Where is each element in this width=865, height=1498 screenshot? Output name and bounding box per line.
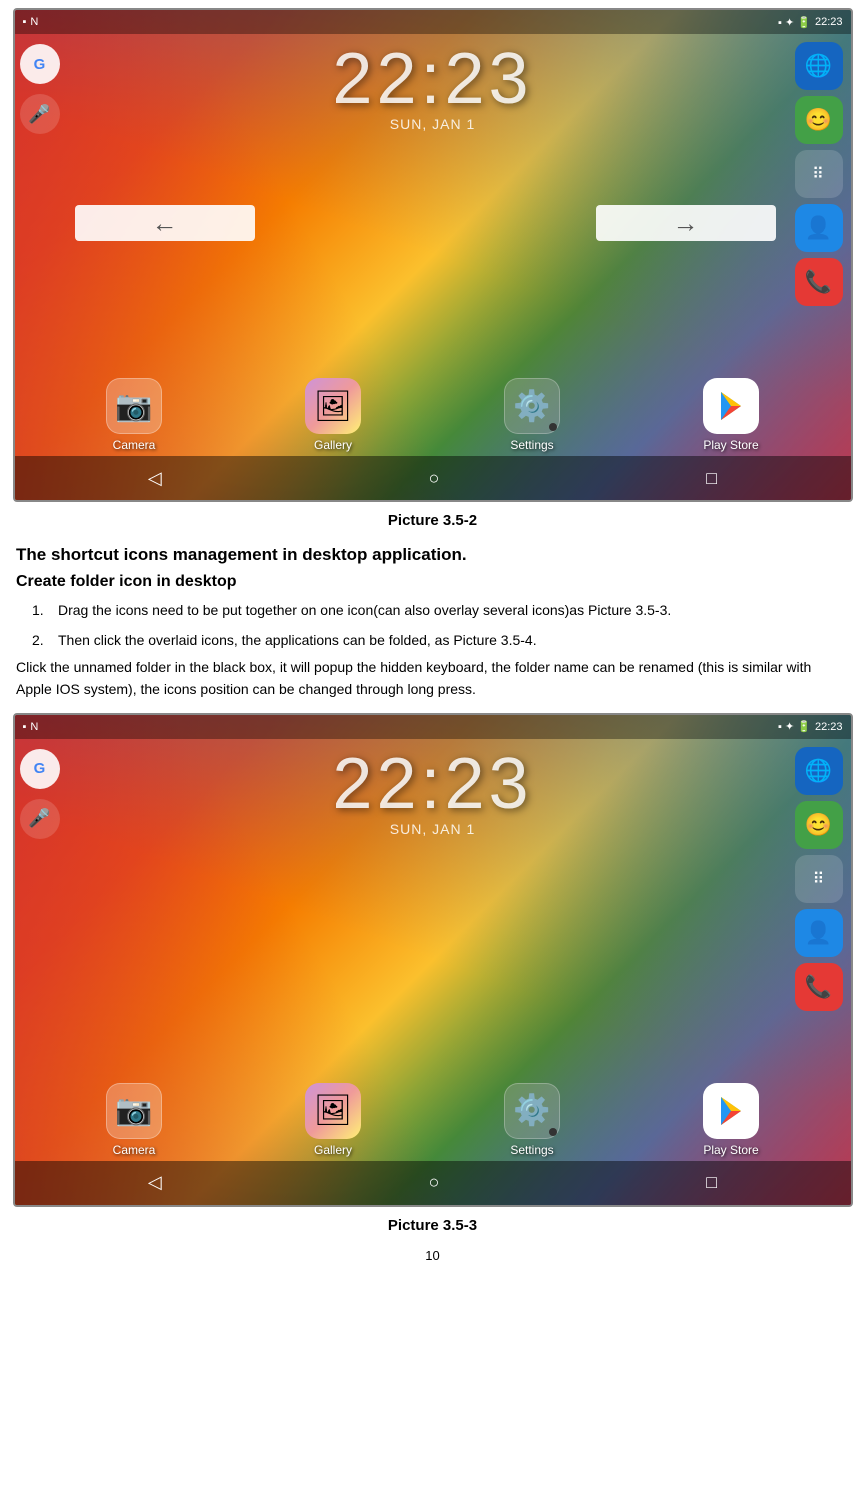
smiley-icon[interactable]: 😊	[795, 96, 843, 144]
ol-item-1: 1. Drag the icons need to be put togethe…	[0, 595, 865, 625]
camera-icon-wrap: 📷	[106, 378, 162, 434]
nav-bar-1: ◁ ○ □	[15, 456, 851, 500]
app-tray-2: 📷 Camera 🖼 Gallery ⚙️ Settings	[15, 1075, 851, 1161]
person-icon[interactable]: 👤	[795, 204, 843, 252]
status-time-2: 22:23	[815, 721, 843, 733]
signal-icon: N	[30, 16, 38, 28]
left-dock-2: G 🎤	[15, 739, 65, 839]
settings-icon-wrap-2: ⚙️	[504, 1083, 560, 1139]
settings-label-1: Settings	[510, 438, 553, 452]
app-camera-1[interactable]: 📷 Camera	[99, 378, 169, 452]
recent-btn-2[interactable]: □	[706, 1172, 717, 1193]
smiley-icon-2[interactable]: 😊	[795, 801, 843, 849]
status-right-1: ▪ ✦ 🔋 22:23	[778, 16, 842, 29]
ol-text-1: Drag the icons need to be put together o…	[58, 599, 671, 621]
google-icon-2[interactable]: G	[20, 749, 60, 789]
app-settings-2[interactable]: ⚙️ Settings	[497, 1083, 567, 1157]
clock-area-1: 22:23 SUN, JAN 1	[15, 38, 851, 132]
playstore-label-1: Play Store	[703, 438, 758, 452]
arrows-row: ← →	[75, 205, 776, 241]
clock-date-2: SUN, JAN 1	[15, 821, 851, 837]
status-bar-1: ▪ N ▪ ✦ 🔋 22:23	[15, 10, 851, 34]
ol-text-2: Then click the overlaid icons, the appli…	[58, 629, 537, 651]
back-btn-2[interactable]: ◁	[148, 1172, 162, 1193]
picture-353-frame: ▪ N ▪ ✦ 🔋 22:23 22:23 SUN, JAN 1 G 🎤 🌐 😊…	[13, 713, 853, 1207]
battery-icon: ▪ ✦ 🔋	[778, 16, 811, 29]
camera-icon-wrap-2: 📷	[106, 1083, 162, 1139]
app-playstore-2[interactable]: Play Store	[696, 1083, 766, 1157]
app-settings-1[interactable]: ⚙️ Settings	[497, 378, 567, 452]
body-text: Click the unnamed folder in the black bo…	[0, 656, 865, 707]
status-right-2: ▪ ✦ 🔋 22:23	[778, 720, 842, 733]
gallery-icon-wrap-2: 🖼	[305, 1083, 361, 1139]
app-tray-1: 📷 Camera 🖼 Gallery ⚙️ Settings	[15, 370, 851, 456]
settings-dot-1	[549, 423, 557, 431]
left-arrow: ←	[75, 205, 255, 241]
wifi-icon-2: ▪	[23, 721, 27, 733]
phone-icon-2[interactable]: 📞	[795, 963, 843, 1011]
ol-item-2: 2. Then click the overlaid icons, the ap…	[0, 625, 865, 655]
clock-area-2: 22:23 SUN, JAN 1	[15, 743, 851, 837]
clock-time-1: 22:23	[15, 38, 851, 120]
sub-title: Create folder icon in desktop	[0, 569, 865, 595]
home-btn-2[interactable]: ○	[429, 1172, 440, 1193]
signal-icon-2: N	[30, 721, 38, 733]
gallery-label-1: Gallery	[314, 438, 352, 452]
section-title: The shortcut icons management in desktop…	[0, 537, 865, 569]
gallery-icon-wrap: 🖼	[305, 378, 361, 434]
camera-label-1: Camera	[113, 438, 156, 452]
globe-icon-2[interactable]: 🌐	[795, 747, 843, 795]
wifi-icon: ▪	[23, 16, 27, 28]
camera-label-2: Camera	[113, 1143, 156, 1157]
app-gallery-2[interactable]: 🖼 Gallery	[298, 1083, 368, 1157]
gallery-label-2: Gallery	[314, 1143, 352, 1157]
phone-screen-1: ▪ N ▪ ✦ 🔋 22:23 22:23 SUN, JAN 1 G 🎤 🌐 😊…	[15, 10, 851, 500]
clock-time-2: 22:23	[15, 743, 851, 825]
settings-label-2: Settings	[510, 1143, 553, 1157]
recent-btn-1[interactable]: □	[706, 468, 717, 489]
status-time-1: 22:23	[815, 16, 843, 28]
caption-352: Picture 3.5-2	[0, 502, 865, 537]
ol-num-1: 1.	[32, 599, 52, 621]
person-icon-2[interactable]: 👤	[795, 909, 843, 957]
grid-icon-2[interactable]: ⠿	[795, 855, 843, 903]
settings-icon-wrap: ⚙️	[504, 378, 560, 434]
grid-icon[interactable]: ⠿	[795, 150, 843, 198]
globe-icon[interactable]: 🌐	[795, 42, 843, 90]
status-left-2: ▪ N	[23, 721, 39, 733]
clock-date-1: SUN, JAN 1	[15, 116, 851, 132]
nav-bar-2: ◁ ○ □	[15, 1161, 851, 1205]
status-left-1: ▪ N	[23, 16, 39, 28]
ol-num-2: 2.	[32, 629, 52, 651]
home-btn-1[interactable]: ○	[429, 468, 440, 489]
mic-icon-2[interactable]: 🎤	[20, 799, 60, 839]
playstore-label-2: Play Store	[703, 1143, 758, 1157]
battery-icon-2: ▪ ✦ 🔋	[778, 720, 811, 733]
playstore-icon-wrap-2	[703, 1083, 759, 1139]
playstore-icon-wrap-1	[703, 378, 759, 434]
picture-352-frame: ▪ N ▪ ✦ 🔋 22:23 22:23 SUN, JAN 1 G 🎤 🌐 😊…	[13, 8, 853, 502]
google-icon[interactable]: G	[20, 44, 60, 84]
app-gallery-1[interactable]: 🖼 Gallery	[298, 378, 368, 452]
caption-353: Picture 3.5-3	[0, 1207, 865, 1242]
mic-icon[interactable]: 🎤	[20, 94, 60, 134]
phone-icon[interactable]: 📞	[795, 258, 843, 306]
status-bar-2: ▪ N ▪ ✦ 🔋 22:23	[15, 715, 851, 739]
settings-dot-2	[549, 1128, 557, 1136]
page-number: 10	[0, 1242, 865, 1267]
phone-screen-2: ▪ N ▪ ✦ 🔋 22:23 22:23 SUN, JAN 1 G 🎤 🌐 😊…	[15, 715, 851, 1205]
right-arrow: →	[596, 205, 776, 241]
left-dock-1: G 🎤	[15, 34, 65, 134]
app-playstore-1[interactable]: Play Store	[696, 378, 766, 452]
app-camera-2[interactable]: 📷 Camera	[99, 1083, 169, 1157]
back-btn-1[interactable]: ◁	[148, 468, 162, 489]
